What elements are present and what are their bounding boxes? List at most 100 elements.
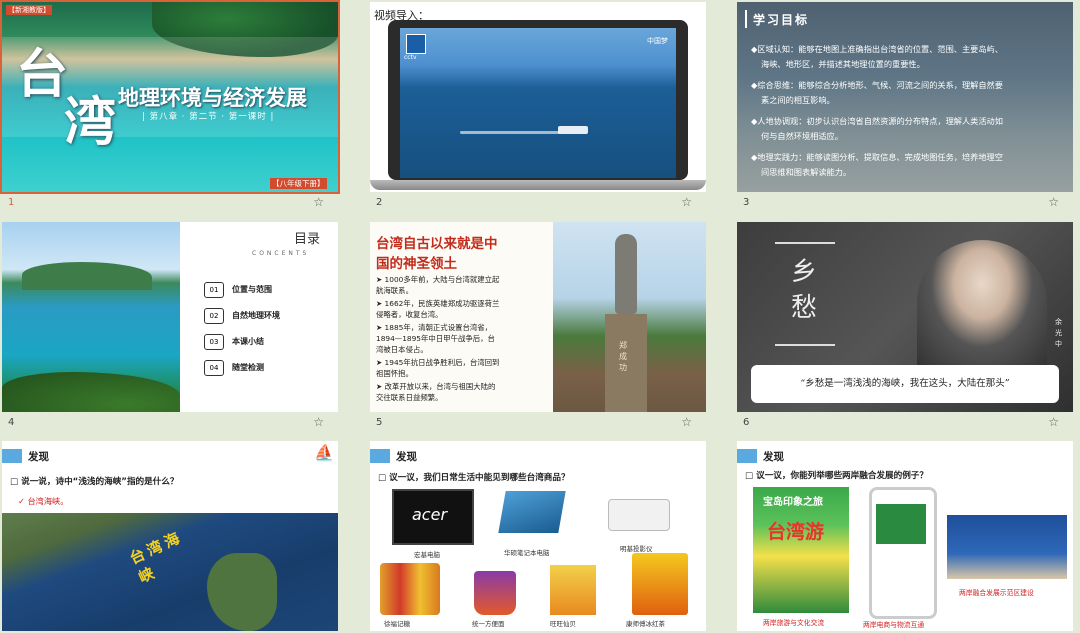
calligraphy-text: 乡愁: [791, 257, 818, 323]
slide-number: 6: [743, 417, 750, 428]
tea-image: [632, 553, 688, 615]
map-label: 台湾海峡: [126, 527, 187, 587]
island-shape: [22, 262, 152, 290]
star-icon[interactable]: ☆: [681, 195, 692, 209]
bullet-line: 侵略者，收复台湾。: [376, 310, 443, 319]
slide-number: 1: [8, 197, 15, 208]
example-caption: 两岸融合发展示范区建设: [959, 589, 1034, 597]
product-label: 旺旺仙贝: [550, 620, 576, 628]
bullet-line: ➤ 1945年抗日战争胜利后，台湾回到: [376, 358, 500, 367]
slide-thumbnail-8[interactable]: 发现 □ 议一议，我们日常生活中能见到哪些台湾商品？ acer 宏基电脑 华硕笔…: [370, 441, 706, 633]
objective-line: 海峡、地形区，并描述其地理位置的重要性。: [761, 59, 925, 69]
quote-text: “乡愁是一湾浅浅的海峡，我在这头，大陆在那头”: [800, 378, 1010, 389]
star-icon[interactable]: ☆: [681, 415, 692, 429]
objective-line: 素之间的相互影响。: [761, 95, 835, 105]
slide-title-line-2: 国的神圣领土: [376, 256, 457, 272]
title-char-1: 台: [16, 44, 69, 105]
slide-preview[interactable]: 目录 CONCENTS 01 位置与范围 02 自然地理环境 03 本课小结 0…: [2, 222, 338, 412]
noodle-image: [474, 571, 516, 615]
toc-item[interactable]: 位置与范围: [232, 284, 272, 295]
toc-item[interactable]: 随堂检测: [232, 362, 264, 373]
slide-thumbnail-9[interactable]: 发现 □ 议一议，你能列举哪些两岸融合发展的例子？ 宝岛印象之旅 台湾游 两岸旅…: [737, 441, 1073, 633]
question-text: □ 议一议，你能列举哪些两岸融合发展的例子？: [745, 471, 928, 481]
statue-figure: [615, 234, 637, 314]
objective-line: ◆区域认知：能够在地图上准确指出台湾省的位置、范围、主要岛屿、: [751, 44, 1003, 54]
example-caption: 两岸旅游与文化交流: [763, 619, 825, 627]
toc-number: 03: [204, 334, 224, 350]
boat-image: [558, 126, 588, 134]
poet-photo: [917, 240, 1047, 365]
product-label: 康师傅冰红茶: [626, 620, 665, 628]
title-divider: [745, 10, 747, 28]
logo-right-text: 中国梦: [647, 37, 668, 45]
star-icon[interactable]: ☆: [1048, 195, 1059, 209]
objective-line: 何与自然环境相适应。: [761, 131, 843, 141]
bullet-line: ➤ 1662年，民族英雄郑成功驱逐荷兰: [376, 299, 500, 308]
bullet-line: 祖国怀抱。: [376, 369, 413, 378]
slide-preview[interactable]: 视频导入： cctv 中国梦: [370, 2, 706, 192]
tourism-poster: 宝岛印象之旅 台湾游: [753, 487, 849, 613]
product-label: 华硕笔记本电脑: [504, 549, 550, 557]
bullet-line: 湾被日本侵占。: [376, 345, 428, 354]
section-header: 发现: [2, 449, 338, 465]
bullet-line: ➤ 改革开放以来，台湾与祖国大陆的: [376, 382, 496, 391]
slide-title: 学习目标: [753, 13, 810, 27]
bullet-line: ➤ 1885年，清朝正式设置台湾省，: [376, 323, 493, 332]
example-caption: 两岸电商与物流互通: [863, 621, 925, 629]
slide-thumbnail-7[interactable]: 发现 ⛵ □ 说一说，诗中“浅浅的海峡”指的是什么？ ✓ 台湾海峡。 台湾海峡 …: [2, 441, 338, 633]
slide-thumbnail-4[interactable]: 目录 CONCENTS 01 位置与范围 02 自然地理环境 03 本课小结 0…: [2, 222, 338, 432]
star-icon[interactable]: ☆: [1048, 415, 1059, 429]
cracker-image: [550, 565, 596, 615]
bullet-line: 1894—1895年中日甲午战争后，台: [376, 334, 495, 343]
edition-tag: 【新湘教版】: [6, 5, 52, 15]
toc-item[interactable]: 本课小结: [232, 336, 264, 347]
product-label: 统一方便面: [472, 620, 505, 628]
slide-title-line-1: 台湾自古以来就是中: [376, 236, 498, 252]
phone-image: [869, 487, 937, 619]
slide-thumbnail-3[interactable]: 学习目标 ◆区域认知：能够在地图上准确指出台湾省的位置、范围、主要岛屿、 海峡、…: [737, 2, 1073, 212]
toc-item[interactable]: 自然地理环境: [232, 310, 280, 321]
section-header: 发现: [737, 449, 1073, 465]
wake-image: [460, 131, 560, 134]
star-icon[interactable]: ☆: [313, 415, 324, 429]
toc-subtitle: CONCENTS: [252, 250, 310, 257]
slide-number: 3: [743, 197, 750, 208]
slide-thumbnail-6[interactable]: 乡愁 余光中 “乡愁是一湾浅浅的海峡，我在这头，大陆在那头” 6 ☆: [737, 222, 1073, 432]
statue-label: 郑成功: [619, 341, 627, 372]
video-screen[interactable]: cctv 中国梦: [400, 28, 676, 178]
slide-preview[interactable]: 发现 ⛵ □ 说一说，诗中“浅浅的海峡”指的是什么？ ✓ 台湾海峡。 台湾海峡: [2, 441, 338, 631]
taiwan-island: [207, 553, 277, 631]
objective-line: 间思维和图表解读能力。: [761, 167, 852, 177]
header-text: 发现: [763, 451, 784, 463]
slide-preview[interactable]: 学习目标 ◆区域认知：能够在地图上准确指出台湾省的位置、范围、主要岛屿、 海峡、…: [737, 2, 1073, 192]
product-label: 宏基电脑: [414, 551, 440, 559]
sailboat-icon: ⛵: [314, 443, 334, 462]
slide-thumbnail-2[interactable]: 视频导入： cctv 中国梦 2 ☆: [370, 2, 706, 212]
header-text: 发现: [396, 451, 417, 463]
slide-thumbnail-1[interactable]: 【新湘教版】 台 湾 地理环境与经济发展 | 第八章 · 第二节 · 第一课时 …: [0, 0, 340, 212]
product-label: 徐福记糖: [384, 620, 410, 628]
objective-line: ◆综合思维：能够综合分析地形、气候、河流之间的关系，理解自然要: [751, 80, 1003, 90]
slide-thumbnail-5[interactable]: 台湾自古以来就是中 国的神圣领土 ➤ 1000多年前，大陆与台湾就建立起 航海联…: [370, 222, 706, 432]
slide-preview[interactable]: 台湾自古以来就是中 国的神圣领土 ➤ 1000多年前，大陆与台湾就建立起 航海联…: [370, 222, 706, 412]
cctv-logo-icon: [406, 34, 426, 54]
slide-number: 2: [376, 197, 383, 208]
toc-number: 02: [204, 308, 224, 324]
slide-preview[interactable]: 【新湘教版】 台 湾 地理环境与经济发展 | 第八章 · 第二节 · 第一课时 …: [0, 0, 340, 194]
projector-image: [608, 499, 670, 531]
objective-line: ◆地理实践力：能够读图分析、提取信息、完成地图任务，培养地理空: [751, 152, 1003, 162]
slide-preview[interactable]: 发现 □ 议一议，你能列举哪些两岸融合发展的例子？ 宝岛印象之旅 台湾游 两岸旅…: [737, 441, 1073, 631]
header-bar: [737, 449, 757, 463]
star-icon[interactable]: ☆: [313, 195, 324, 209]
toc-number: 04: [204, 360, 224, 376]
slide-preview[interactable]: 发现 □ 议一议，我们日常生活中能见到哪些台湾商品？ acer 宏基电脑 华硕笔…: [370, 441, 706, 631]
header-bar: [2, 449, 22, 463]
section-header: 发现: [370, 449, 706, 465]
laptop-image: [498, 491, 566, 533]
monitor-image: acer: [392, 489, 474, 545]
chapter-label: | 第八章 · 第二节 · 第一课时 |: [142, 112, 275, 122]
slide-preview[interactable]: 乡愁 余光中 “乡愁是一湾浅浅的海峡，我在这头，大陆在那头”: [737, 222, 1073, 412]
satellite-map: 台湾海峡: [2, 513, 338, 631]
header-bar: [370, 449, 390, 463]
author-name: 余光中: [1055, 318, 1062, 348]
